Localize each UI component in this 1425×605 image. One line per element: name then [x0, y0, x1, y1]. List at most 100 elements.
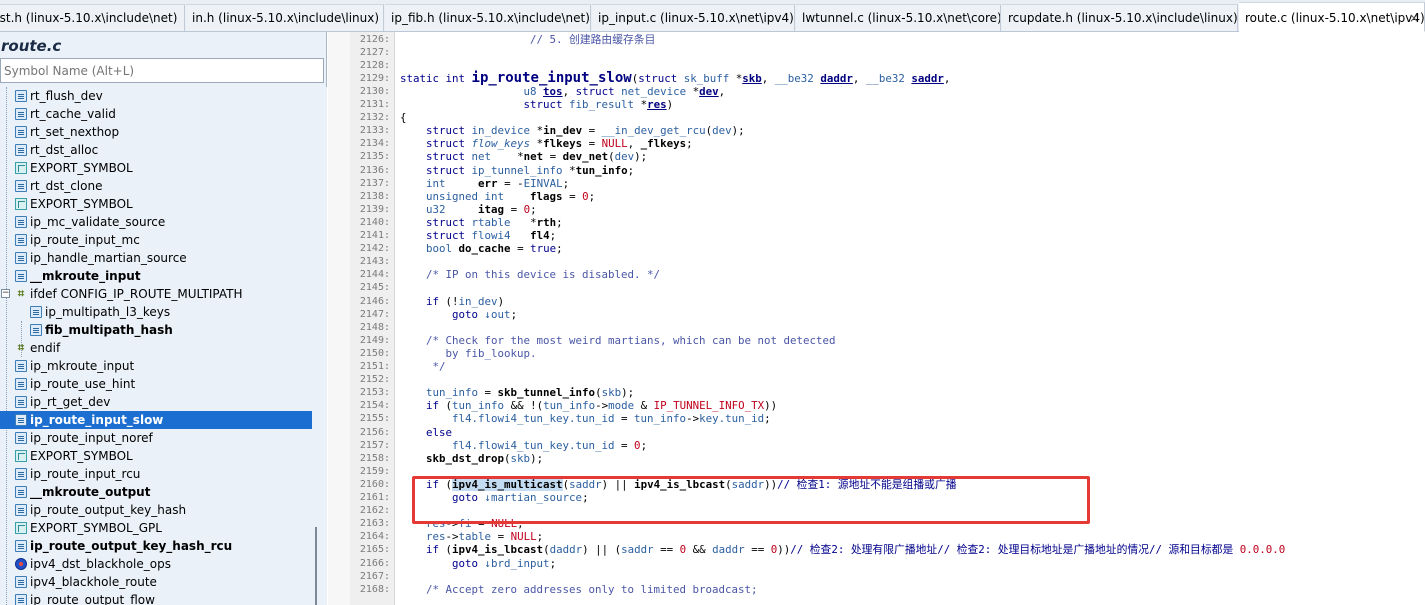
tab-label: in.h (linux-5.10.x\include\linux)	[192, 11, 380, 25]
code-line[interactable]: 2145:	[328, 281, 1425, 294]
code-line[interactable]: 2163: res->fi = NULL;	[328, 517, 1425, 530]
function-icon	[15, 108, 27, 120]
symbol-label: ipv4_dst_blackhole_ops	[30, 557, 171, 571]
code-line[interactable]: 2162:	[328, 504, 1425, 517]
tab-lwtunnel-c[interactable]: lwtunnel.c (linux-5.10.x\net\core)	[796, 4, 1001, 31]
symbol-list-item[interactable]: rt_cache_valid	[0, 105, 312, 123]
symbol-list-item[interactable]: − ⌗ ifdef CONFIG_IP_ROUTE_MULTIPATH	[0, 285, 312, 303]
code-line[interactable]: 2139: u32 itag = 0;	[328, 203, 1425, 216]
code-line[interactable]: 2134: struct flow_keys *flkeys = NULL, _…	[328, 137, 1425, 150]
symbol-list-item[interactable]: ip_route_input_mc	[0, 231, 312, 249]
symbol-list-item[interactable]: ip_multipath_l3_keys	[0, 303, 312, 321]
tab-in-h[interactable]: in.h (linux-5.10.x\include\linux)	[186, 4, 384, 31]
code-line[interactable]: 2130: u8 tos, struct net_device *dev,	[328, 85, 1425, 98]
symbol-list-item[interactable]: EXPORT_SYMBOL	[0, 447, 312, 465]
code-text: /* Accept zero addresses only to limited…	[426, 582, 758, 596]
code-line[interactable]: 2167:	[328, 570, 1425, 583]
symbol-list-item[interactable]: ipv4_dst_blackhole_ops	[0, 555, 312, 573]
tab-ip-input-c[interactable]: ip_input.c (linux-5.10.x\net\ipv4)	[592, 4, 795, 31]
scrollbar-thumb[interactable]	[315, 527, 317, 605]
symbol-label: ip_mc_validate_source	[30, 215, 166, 229]
symbol-list-item[interactable]: ipv4_blackhole_route	[0, 573, 312, 591]
tab-route-c[interactable]: route.c (linux-5.10.x\net\ipv4) ×	[1239, 2, 1425, 32]
code-line[interactable]: 2161: goto ↓martian_source;	[328, 491, 1425, 504]
code-line[interactable]: 2133: struct in_device *in_dev = __in_de…	[328, 124, 1425, 137]
code-line[interactable]: 2160: if (ipv4_is_multicast(saddr) || ip…	[328, 477, 1425, 491]
code-line[interactable]: 2166: goto ↓brd_input;	[328, 557, 1425, 570]
symbol-list-item[interactable]: EXPORT_SYMBOL_GPL	[0, 519, 312, 537]
close-icon[interactable]: ×	[1408, 3, 1420, 31]
code-line[interactable]: 2168: /* Accept zero addresses only to l…	[328, 583, 1425, 596]
symbol-list-item[interactable]: fib_multipath_hash	[0, 321, 312, 339]
tab-rcupdate-h[interactable]: rcupdate.h (linux-5.10.x\include\linux)	[1002, 4, 1238, 31]
code-line[interactable]: 2129: static int ip_route_input_slow(stru…	[328, 71, 1425, 85]
symbol-list-item[interactable]: EXPORT_SYMBOL	[0, 195, 312, 213]
symbol-list-item[interactable]: ip_route_input_rcu	[0, 465, 312, 483]
symbol-list-item[interactable]: ip_handle_martian_source	[0, 249, 312, 267]
tab-ip-fib-h[interactable]: ip_fib.h (linux-5.10.x\include\net)	[385, 4, 591, 31]
code-line[interactable]: 2150: by fib_lookup.	[328, 347, 1425, 360]
code-text: // 5. 创建路由缓存条目	[530, 32, 656, 46]
symbol-list-item[interactable]: __mkroute_output	[0, 483, 312, 501]
symbol-list-item[interactable]: ip_route_use_hint	[0, 375, 312, 393]
symbol-list-item[interactable]: ip_route_input_noref	[0, 429, 312, 447]
symbol-list-item[interactable]: ip_rt_get_dev	[0, 393, 312, 411]
code-line[interactable]: 2132: {	[328, 111, 1425, 124]
code-line[interactable]: 2151: */	[328, 360, 1425, 373]
code-line[interactable]: 2154: if (tun_info && !(tun_info->mode &…	[328, 399, 1425, 412]
symbol-list-item[interactable]: ip_route_output_key_hash_rcu	[0, 537, 312, 555]
code-line[interactable]: 2141: struct flowi4 fl4;	[328, 229, 1425, 242]
preprocessor-icon: ⌗	[17, 287, 25, 300]
code-line[interactable]: 2126: // 5. 创建路由缓存条目	[328, 33, 1425, 46]
symbol-list-item[interactable]: rt_dst_alloc	[0, 141, 312, 159]
code-line[interactable]: 2137: int err = -EINVAL;	[328, 177, 1425, 190]
code-line[interactable]: 2146: if (!in_dev)	[328, 295, 1425, 308]
symbol-list-item[interactable]: EXPORT_SYMBOL	[0, 159, 312, 177]
symbol-list-item[interactable]: ip_route_output_flow	[0, 591, 312, 605]
code-line[interactable]: 2143:	[328, 255, 1425, 268]
code-line[interactable]: 2164: res->table = NULL;	[328, 530, 1425, 543]
line-number: 2140:	[359, 216, 390, 228]
code-line[interactable]: 2127:	[328, 46, 1425, 59]
code-line[interactable]: 2158: skb_dst_drop(skb);	[328, 452, 1425, 465]
symbol-list-item[interactable]: rt_flush_dev	[0, 87, 312, 105]
code-line[interactable]: 2159:	[328, 465, 1425, 478]
code-line[interactable]: 2165: if (ipv4_is_lbcast(daddr) || (sadd…	[328, 543, 1425, 556]
symbol-list-item[interactable]: ip_route_input_slow	[0, 411, 312, 429]
code-line[interactable]: 2135: struct net *net = dev_net(dev);	[328, 150, 1425, 163]
code-line[interactable]: 2147: goto ↓out;	[328, 308, 1425, 321]
symbol-search-input[interactable]	[0, 58, 324, 83]
symbol-list-scrollbar[interactable]	[312, 87, 327, 605]
code-line[interactable]: 2138: unsigned int flags = 0;	[328, 190, 1425, 203]
symbol-label: ifdef CONFIG_IP_ROUTE_MULTIPATH	[30, 287, 243, 301]
code-line[interactable]: 2148:	[328, 321, 1425, 334]
code-line[interactable]: 2149: /* Check for the most weird martia…	[328, 334, 1425, 347]
collapse-toggle-icon[interactable]: −	[1, 289, 10, 298]
code-line[interactable]: 2152:	[328, 373, 1425, 386]
symbol-list-item[interactable]: ⌗ endif	[0, 339, 312, 357]
code-line[interactable]: 2144: /* IP on this device is disabled. …	[328, 268, 1425, 281]
function-icon	[15, 270, 27, 282]
function-icon	[15, 252, 27, 264]
code-line[interactable]: 2140: struct rtable *rth;	[328, 216, 1425, 229]
symbol-list-item[interactable]: rt_set_nexthop	[0, 123, 312, 141]
symbol-list-item[interactable]: ip_mkroute_input	[0, 357, 312, 375]
code-text: unsigned int flags = 0;	[426, 189, 596, 203]
function-icon	[15, 468, 27, 480]
symbol-list-item[interactable]: rt_dst_clone	[0, 177, 312, 195]
symbol-label: rt_cache_valid	[30, 107, 116, 121]
code-line[interactable]: 2153: tun_info = skb_tunnel_info(skb);	[328, 386, 1425, 399]
code-line[interactable]: 2155: fl4.flowi4_tun_key.tun_id = tun_in…	[328, 412, 1425, 425]
code-editor[interactable]: 2126: // 5. 创建路由缓存条目 2127: 2128: 2129: stati…	[328, 32, 1425, 605]
symbol-label: ip_route_output_flow	[30, 593, 155, 605]
code-line[interactable]: 2136: struct ip_tunnel_info *tun_info;	[328, 164, 1425, 177]
tab-dst-h[interactable]: dst.h (linux-5.10.x\include\net)	[0, 4, 185, 31]
symbol-list-item[interactable]: __mkroute_input	[0, 267, 312, 285]
code-line[interactable]: 2157: fl4.flowi4_tun_key.tun_id = 0;	[328, 439, 1425, 452]
code-text: if (ipv4_is_lbcast(daddr) || (saddr == 0…	[426, 543, 1286, 557]
code-line[interactable]: 2156: else	[328, 426, 1425, 439]
code-line[interactable]: 2131: struct fib_result *res)	[328, 98, 1425, 111]
symbol-list-item[interactable]: ip_route_output_key_hash	[0, 501, 312, 519]
symbol-list-item[interactable]: ip_mc_validate_source	[0, 213, 312, 231]
code-line[interactable]: 2142: bool do_cache = true;	[328, 242, 1425, 255]
